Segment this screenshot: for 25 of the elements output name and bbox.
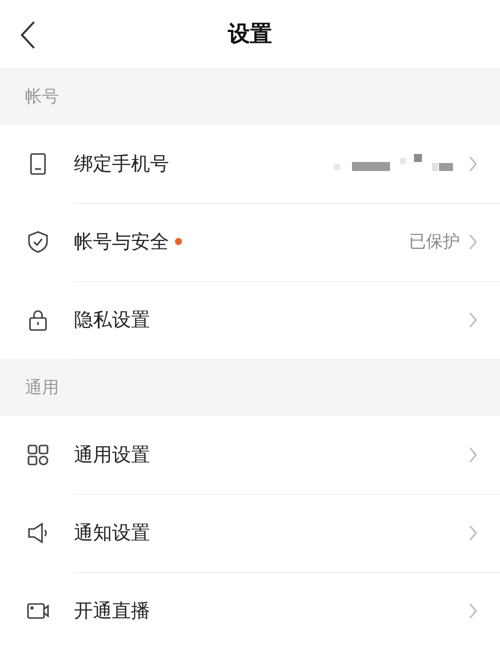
row-label: 隐私设置 xyxy=(74,308,150,332)
row-label: 通用设置 xyxy=(74,442,150,468)
chevron-icon xyxy=(468,232,478,250)
section-header: 帐号 xyxy=(0,68,500,125)
page-title: 设置 xyxy=(228,21,272,49)
chevron-icon xyxy=(468,310,478,328)
settings-row[interactable]: 开通直播 xyxy=(0,572,500,650)
settings-row[interactable]: 通知设置 xyxy=(0,494,500,572)
chevron-icon xyxy=(468,446,478,464)
chevron-icon xyxy=(468,602,478,620)
section-header: 通用 xyxy=(0,359,500,416)
shield-icon xyxy=(26,230,50,254)
row-label: 帐号与安全 xyxy=(74,230,169,254)
settings-row[interactable]: 通用设置 xyxy=(0,416,500,494)
lock-icon xyxy=(26,308,50,332)
row-value: 已保护 xyxy=(409,231,460,253)
settings-row[interactable]: 绑定手机号 xyxy=(0,125,500,203)
speaker-icon xyxy=(26,521,50,545)
settings-row[interactable]: 帐号与安全 已保护 xyxy=(0,203,500,281)
chevron-icon xyxy=(468,154,478,172)
chevron-icon xyxy=(468,524,478,542)
row-label: 绑定手机号 xyxy=(74,152,169,176)
row-label: 开通直播 xyxy=(74,599,150,624)
grid-icon xyxy=(26,443,50,467)
row-label: 通知设置 xyxy=(74,520,150,546)
